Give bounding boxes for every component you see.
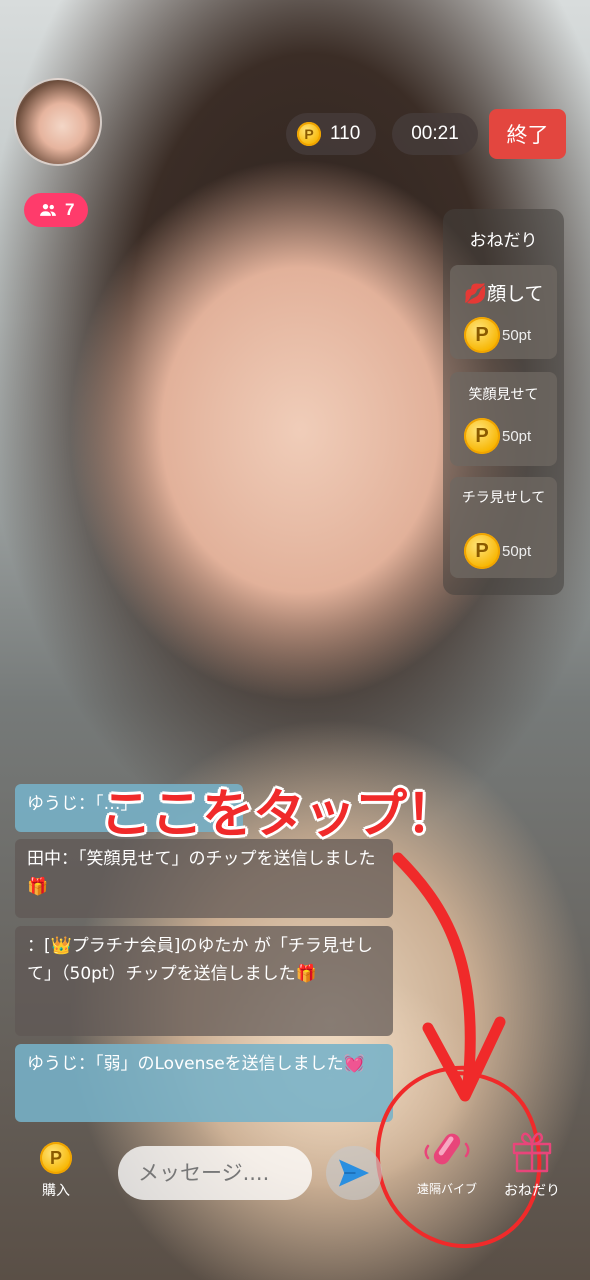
request-price: P 50pt xyxy=(464,418,531,454)
request-label: 笑顔見せて xyxy=(468,387,539,403)
point-coin-icon: P xyxy=(40,1142,72,1174)
point-coin-icon: P xyxy=(297,122,321,146)
gift-icon xyxy=(512,1132,552,1173)
request-card-smile[interactable]: 笑顔見せて P 50pt xyxy=(450,372,557,466)
tap-here-annotation: ここをタップ！ xyxy=(100,785,458,845)
request-price: P 50pt xyxy=(464,317,531,353)
annotation-arrow xyxy=(392,852,476,1091)
annotation-arrowhead xyxy=(422,1016,506,1102)
end-button[interactable]: 終了 xyxy=(489,109,566,159)
send-button[interactable] xyxy=(326,1146,382,1200)
buy-label: 購入 xyxy=(42,1183,70,1199)
request-label: 💋顔して xyxy=(463,283,544,305)
chat-message-system: 田中：「笑顔見せて」のチップを送信しました🎁 xyxy=(15,839,393,918)
onedari-button[interactable]: おねだり xyxy=(497,1128,567,1200)
request-card-peek[interactable]: チラ見せして P 50pt xyxy=(450,477,557,578)
point-coin-icon: P xyxy=(464,418,500,454)
buy-points-button[interactable]: P 購入 xyxy=(34,1142,78,1204)
people-icon xyxy=(40,204,56,216)
onedari-panel: おねだり 💋顔して P 50pt 笑顔見せて P 50pt チラ見せして P 5… xyxy=(443,209,564,595)
timer-value: 00:21 xyxy=(411,123,459,144)
lips-icon: 💋 xyxy=(463,283,488,305)
end-button-label: 終了 xyxy=(506,123,549,147)
onedari-panel-title: おねだり xyxy=(469,231,538,251)
viewer-count-badge: 7 xyxy=(24,193,89,227)
point-coin-icon: P xyxy=(464,317,500,353)
points-balance: P 110 xyxy=(286,113,376,155)
session-timer: 00:21 xyxy=(392,113,478,155)
request-price: P 50pt xyxy=(464,533,531,569)
viewer-count: 7 xyxy=(65,200,75,219)
point-coin-icon: P xyxy=(464,533,500,569)
host-avatar[interactable] xyxy=(14,78,102,166)
remote-vibe-label: 遠隔バイブ xyxy=(416,1182,477,1196)
vibrator-icon xyxy=(424,1133,470,1165)
remote-vibe-button[interactable]: 遠隔バイブ xyxy=(410,1128,484,1200)
request-label: チラ見せして xyxy=(461,490,546,506)
request-card-face[interactable]: 💋顔して P 50pt xyxy=(450,265,557,359)
points-value: 110 xyxy=(330,123,361,144)
chat-message-user: ゆうじ：「弱」のLovenseを送信しました💓 xyxy=(15,1044,393,1122)
message-input[interactable] xyxy=(118,1146,312,1200)
send-icon xyxy=(339,1159,369,1187)
onedari-label: おねだり xyxy=(504,1183,560,1199)
chat-message-system: ：[👑プラチナ会員]のゆたか が「チラ見せして」（50pt）チップを送信しました… xyxy=(15,926,393,1036)
